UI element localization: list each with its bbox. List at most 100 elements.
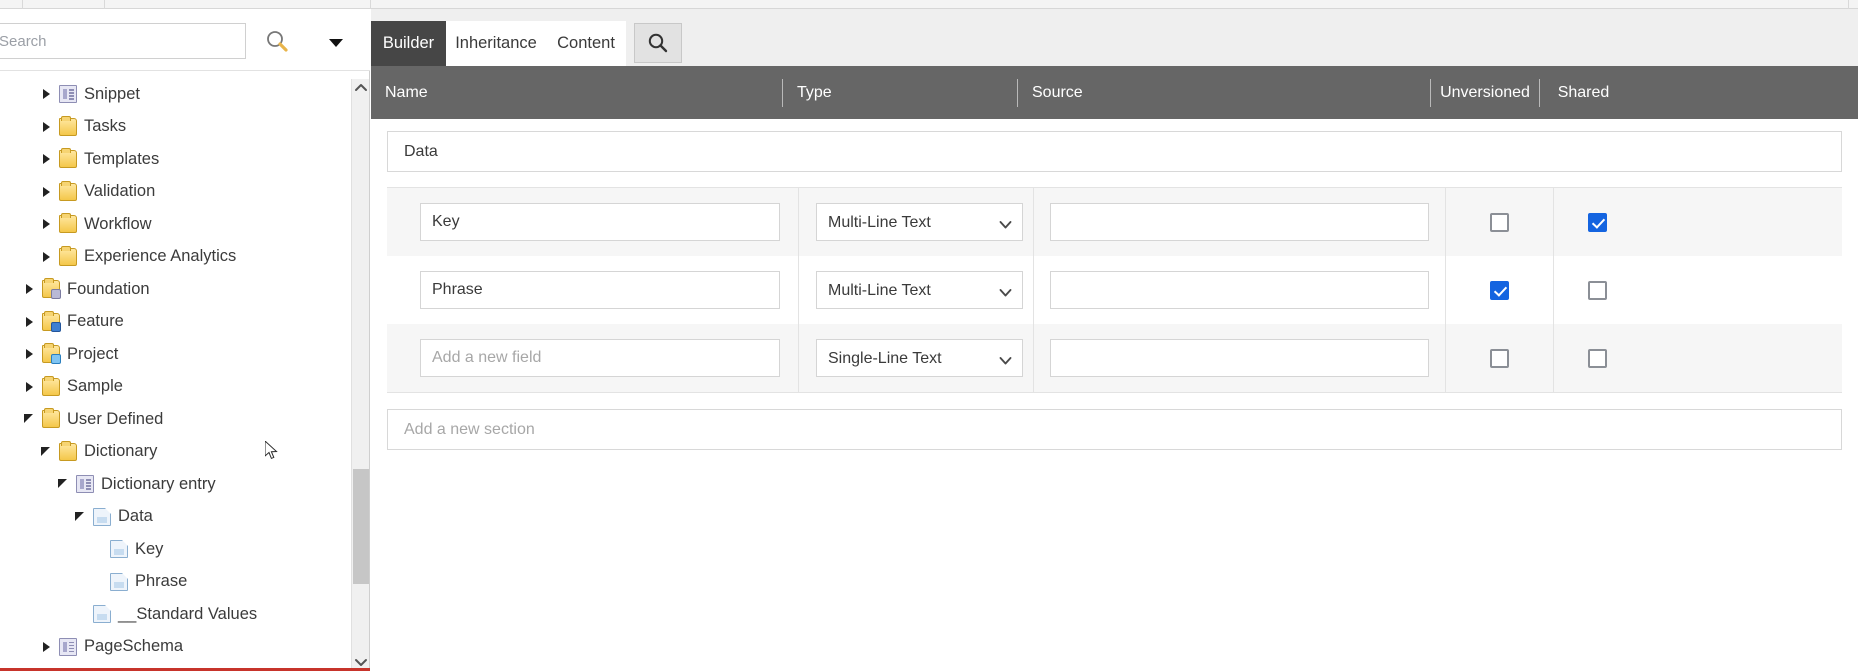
unversioned-checkbox[interactable] <box>1490 280 1509 300</box>
folder-icon <box>59 180 77 201</box>
template-builder-window: Snippet Tasks Templates Validation Workflow E… <box>0 0 1858 671</box>
toolbar-divider <box>22 0 23 9</box>
tree-item[interactable]: Validation <box>0 176 352 209</box>
tree-item[interactable]: Phrase <box>0 566 352 599</box>
folder-icon <box>59 440 77 461</box>
expand-triangle-icon[interactable] <box>40 640 54 654</box>
caret-down-icon[interactable] <box>325 33 347 51</box>
gear-badge-icon <box>51 289 61 300</box>
fields-table-header: Name Type Source Unversioned Shared <box>371 66 1858 119</box>
field-type-select[interactable]: Single-Line TextMulti-Line TextRich Text… <box>816 339 1023 377</box>
builder-tabstrip: Builder Inheritance Content <box>371 9 1858 66</box>
scrollbar-thumb[interactable] <box>353 469 369 584</box>
search-input[interactable] <box>0 23 246 59</box>
expand-triangle-icon[interactable] <box>23 282 37 296</box>
tree-item[interactable]: __Standard Values <box>0 598 352 631</box>
tab-inheritance[interactable]: Inheritance <box>446 21 546 66</box>
tree-item-label: Dictionary entry <box>101 474 216 493</box>
tree-item[interactable]: Tasks <box>0 111 352 144</box>
tree-item[interactable]: Key <box>0 533 352 566</box>
tree-item[interactable]: Project <box>0 338 352 371</box>
column-header-source: Source <box>1032 83 1083 101</box>
field-shared-cell <box>1553 324 1640 392</box>
unversioned-checkbox[interactable] <box>1490 348 1509 368</box>
tree-scrollbar[interactable] <box>351 79 369 671</box>
expand-triangle-icon[interactable] <box>40 87 54 101</box>
tree-item-label: Foundation <box>67 279 150 298</box>
collapse-triangle-icon[interactable] <box>40 445 54 459</box>
content-tree[interactable]: Snippet Tasks Templates Validation Workflow E… <box>0 71 352 671</box>
project-badge-icon <box>51 354 61 365</box>
tree-item[interactable]: PageSchema <box>0 631 352 664</box>
tree-item-label: Workflow <box>84 214 152 233</box>
collapse-triangle-icon[interactable] <box>74 510 88 524</box>
builder-search-button[interactable] <box>634 23 682 63</box>
expand-triangle-icon[interactable] <box>23 315 37 329</box>
field-shared-cell <box>1553 188 1640 256</box>
add-new-field-input[interactable] <box>420 339 780 377</box>
field-source-input[interactable] <box>1050 339 1429 377</box>
doc-icon <box>110 540 128 559</box>
tree-item-label: Validation <box>84 182 156 201</box>
expand-triangle-icon[interactable] <box>40 152 54 166</box>
field-type-select[interactable]: Single-Line TextMulti-Line TextRich Text… <box>816 271 1023 309</box>
folder-icon <box>59 148 77 169</box>
field-name-input[interactable] <box>420 203 780 241</box>
shared-checkbox[interactable] <box>1587 348 1607 368</box>
scroll-up-arrow-icon[interactable] <box>352 79 370 97</box>
folder-icon <box>59 115 77 136</box>
tree-item[interactable]: Sample <box>0 371 352 404</box>
tree-item[interactable]: Workflow <box>0 208 352 241</box>
field-source-input[interactable] <box>1050 271 1429 309</box>
field-type-select[interactable]: Single-Line TextMulti-Line TextRich Text… <box>816 203 1023 241</box>
field-type-cell: Single-Line TextMulti-Line TextRich Text… <box>798 324 1033 392</box>
search-icon[interactable] <box>262 27 292 57</box>
tree-item[interactable]: Experience Analytics <box>0 241 352 274</box>
field-type-select-wrap: Single-Line TextMulti-Line TextRich Text… <box>816 271 1023 309</box>
expand-triangle-icon[interactable] <box>40 185 54 199</box>
folder-gear-icon <box>42 278 61 300</box>
section-header[interactable] <box>387 131 1842 172</box>
field-source-cell <box>1033 188 1445 256</box>
tree-item-label: Snippet <box>84 84 140 103</box>
tab-builder[interactable]: Builder <box>371 21 446 66</box>
field-unversioned-cell <box>1445 188 1553 256</box>
collapse-triangle-icon[interactable] <box>23 412 37 426</box>
section-title-input[interactable] <box>402 141 1841 162</box>
expand-triangle-icon[interactable] <box>40 250 54 264</box>
tree-item[interactable]: User Defined <box>0 403 352 436</box>
add-new-section-input[interactable] <box>402 419 1841 440</box>
search-icon <box>648 33 668 53</box>
expand-triangle-icon[interactable] <box>23 347 37 361</box>
tree-item-label: Sample <box>67 377 123 396</box>
expand-triangle-icon[interactable] <box>23 380 37 394</box>
collapse-triangle-icon[interactable] <box>57 477 71 491</box>
tab-content[interactable]: Content <box>546 21 626 66</box>
tree-item-label: Project <box>67 344 119 363</box>
doc-icon <box>93 507 111 526</box>
field-name-input[interactable] <box>420 271 780 309</box>
add-new-section-row[interactable] <box>387 409 1842 450</box>
tree-item[interactable]: Dictionary <box>0 436 352 469</box>
tree-item-label: Phrase <box>135 572 188 591</box>
feature-badge-icon <box>51 321 61 332</box>
tree-item[interactable]: Foundation <box>0 273 352 306</box>
tree-item-label: __Standard Values <box>118 604 258 623</box>
tree-item[interactable]: Data <box>0 501 352 534</box>
shared-checkbox[interactable] <box>1587 280 1607 300</box>
tree-item[interactable]: Snippet <box>0 78 352 111</box>
tree-item[interactable]: Templates <box>0 143 352 176</box>
tree-item[interactable]: Feature <box>0 306 352 339</box>
unversioned-checkbox[interactable] <box>1490 212 1509 232</box>
tree-item-label: Dictionary <box>84 442 158 461</box>
field-source-cell <box>1033 324 1445 392</box>
shared-checkbox[interactable] <box>1587 212 1607 232</box>
expand-triangle-icon[interactable] <box>40 120 54 134</box>
tree-item-label: Feature <box>67 312 124 331</box>
field-source-input[interactable] <box>1050 203 1429 241</box>
tree-item[interactable]: Dictionary entry <box>0 468 352 501</box>
expand-triangle-icon[interactable] <box>40 217 54 231</box>
column-header-shared: Shared <box>1557 83 1610 101</box>
fields-table: Single-Line TextMulti-Line TextRich Text… <box>387 187 1842 393</box>
field-type-cell: Single-Line TextMulti-Line TextRich Text… <box>798 188 1033 256</box>
